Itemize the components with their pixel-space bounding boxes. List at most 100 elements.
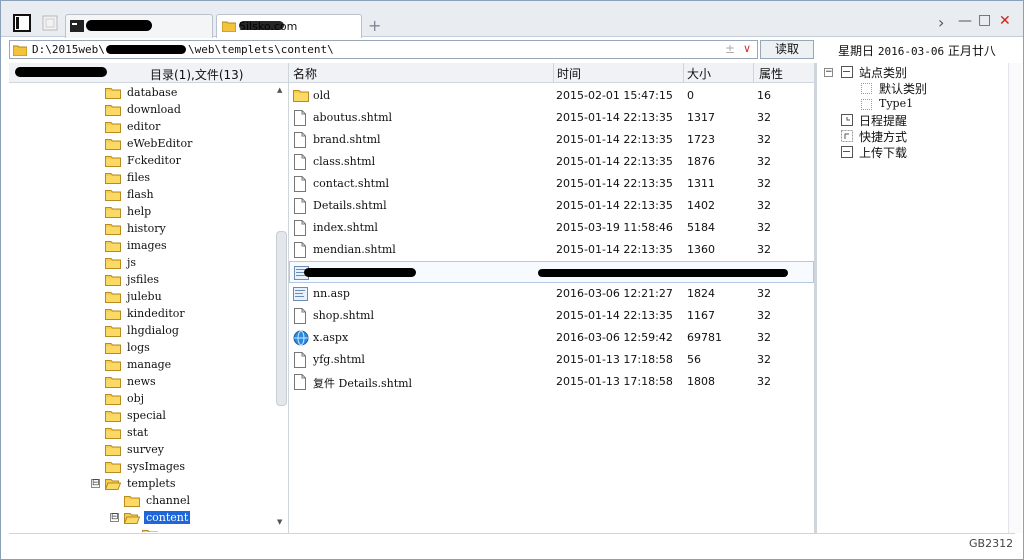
file-icon: [293, 242, 307, 261]
weekday: 星期日: [838, 44, 875, 58]
folder-icon: [105, 171, 121, 187]
col-separator[interactable]: [753, 63, 754, 83]
leaf-box-icon: [861, 99, 872, 110]
blank-page-icon[interactable]: [41, 14, 59, 32]
scroll-down-icon[interactable]: ▼: [277, 518, 282, 526]
site-category-item[interactable]: 站点类别: [859, 64, 907, 81]
collapse-icon[interactable]: −: [824, 68, 833, 77]
file-attr: 32: [757, 155, 771, 168]
file-icon: [293, 374, 307, 393]
col-attr[interactable]: 属性: [759, 65, 783, 82]
col-size[interactable]: 大小: [687, 65, 711, 82]
folder-icon: [105, 307, 121, 323]
list-header: 名称 时间 大小 属性: [289, 63, 814, 83]
file-attr: 32: [757, 111, 771, 124]
pin-icon[interactable]: ±: [725, 42, 735, 56]
clock-icon: [841, 114, 853, 126]
file-attr: 32: [757, 331, 771, 344]
redacted-filename: [304, 268, 416, 277]
app-window: 5ilsko.com + › — □ ✕ D:\2015web\ \web\te…: [0, 0, 1024, 560]
file-attr: 32: [757, 177, 771, 190]
file-row[interactable]: index.shtml 2015-03-19 11:58:46 5184 32: [289, 217, 814, 239]
tree-folder-label: js: [127, 256, 137, 269]
file-time: 2015-01-14 22:13:35: [556, 243, 673, 256]
redacted-file-details: [538, 269, 788, 277]
tab-2[interactable]: 5ilsko.com: [216, 14, 362, 38]
leaf-box-icon: [861, 83, 872, 94]
file-time: 2015-01-13 17:18:58: [556, 353, 673, 366]
tree-folder-label: eWebEditor: [127, 137, 193, 150]
path-prefix: D:\2015web\: [32, 43, 105, 56]
file-row[interactable]: 复件 Details.shtml 2015-01-13 17:18:58 1808 3…: [289, 371, 814, 393]
tree-folder-label: database: [127, 86, 178, 99]
redacted-tab-text: [239, 21, 284, 30]
right-tree: − 站点类别 默认类别 Type1 日程提醒 快捷方式 上传下载: [823, 63, 1008, 533]
schedule-item[interactable]: 日程提醒: [859, 112, 907, 129]
new-tab-button[interactable]: +: [368, 16, 381, 35]
col-separator[interactable]: [553, 63, 554, 83]
folder-icon: [124, 494, 140, 510]
file-row[interactable]: contact.shtml 2015-01-14 22:13:35 1311 32: [289, 173, 814, 195]
read-button[interactable]: 读取: [760, 40, 814, 59]
file-row[interactable]: Details.shtml 2015-01-14 22:13:35 1402 32: [289, 195, 814, 217]
file-time: 2016-03-06 12:21:27: [556, 287, 673, 300]
file-size: 56: [687, 353, 701, 366]
upload-item[interactable]: 上传下载: [859, 144, 907, 161]
dropdown-icon[interactable]: ∨: [743, 42, 751, 55]
default-category-item[interactable]: 默认类别: [879, 80, 927, 97]
file-name: aboutus.shtml: [313, 111, 393, 124]
file-icon: [293, 220, 307, 239]
file-time: 2015-01-14 22:13:35: [556, 177, 673, 190]
file-row[interactable]: shop.shtml 2015-01-14 22:13:35 1167 32: [289, 305, 814, 327]
tree-folder-label: sysImages: [127, 460, 186, 473]
file-attr: 32: [757, 243, 771, 256]
file-row[interactable]: yfg.shtml 2015-01-13 17:18:58 56 32: [289, 349, 814, 371]
expand-templets-icon[interactable]: ⊟: [91, 479, 100, 488]
file-row[interactable]: class.shtml 2015-01-14 22:13:35 1876 32: [289, 151, 814, 173]
folder-icon: [105, 341, 121, 357]
folder-icon: [105, 392, 121, 408]
type1-item[interactable]: Type1: [879, 97, 913, 110]
col-separator[interactable]: [683, 63, 684, 83]
shortcut-item[interactable]: 快捷方式: [859, 128, 907, 145]
file-row[interactable]: aboutus.shtml 2015-01-14 22:13:35 1317 32: [289, 107, 814, 129]
tree-scroll-thumb[interactable]: [276, 231, 287, 406]
file-time: 2015-01-14 22:13:35: [556, 199, 673, 212]
path-input[interactable]: D:\2015web\ \web\templets\content\ ± ∨: [9, 40, 758, 59]
redacted-tab-title: [86, 20, 152, 31]
col-name[interactable]: 名称: [293, 65, 317, 82]
minimize-button[interactable]: —: [958, 13, 972, 29]
file-size: 5184: [687, 221, 715, 234]
folder-icon: [293, 88, 309, 105]
file-name: shop.shtml: [313, 309, 374, 322]
panel-divider[interactable]: [814, 63, 817, 533]
right-scrollbar[interactable]: [1008, 63, 1022, 533]
scroll-up-icon[interactable]: ▲: [277, 86, 282, 94]
col-time[interactable]: 时间: [557, 65, 581, 82]
file-row[interactable]: [289, 261, 814, 283]
file-row[interactable]: x.aspx 2016-03-06 12:59:42 69781 32: [289, 327, 814, 349]
file-name: index.shtml: [313, 221, 378, 234]
date: 2016-03-06: [877, 45, 945, 58]
folder-icon: [105, 375, 121, 391]
close-button[interactable]: ✕: [999, 13, 1011, 29]
file-name: x.aspx: [313, 331, 349, 344]
folder-icon: [222, 21, 236, 32]
file-attr: 32: [757, 375, 771, 388]
expand-content-icon[interactable]: ⊟: [110, 513, 119, 522]
file-size: 1402: [687, 199, 715, 212]
maximize-button[interactable]: □: [978, 12, 991, 28]
panel-toggle-icon[interactable]: [13, 14, 31, 32]
forward-icon[interactable]: ›: [938, 13, 944, 32]
lunar-date: 正月廿八: [947, 44, 996, 58]
tree-folder-label: editor: [127, 120, 161, 133]
file-row[interactable]: brand.shtml 2015-01-14 22:13:35 1723 32: [289, 129, 814, 151]
tab-1[interactable]: [65, 14, 213, 38]
folder-icon: [105, 443, 121, 459]
file-time: 2015-03-19 11:58:46: [556, 221, 673, 234]
file-name: brand.shtml: [313, 133, 381, 146]
file-row[interactable]: nn.asp 2016-03-06 12:21:27 1824 32: [289, 283, 814, 305]
file-row[interactable]: old 2015-02-01 15:47:15 0 16: [289, 85, 814, 107]
file-row[interactable]: mendian.shtml 2015-01-14 22:13:35 1360 32: [289, 239, 814, 261]
tree-folder-label: jsfiles: [127, 273, 160, 286]
